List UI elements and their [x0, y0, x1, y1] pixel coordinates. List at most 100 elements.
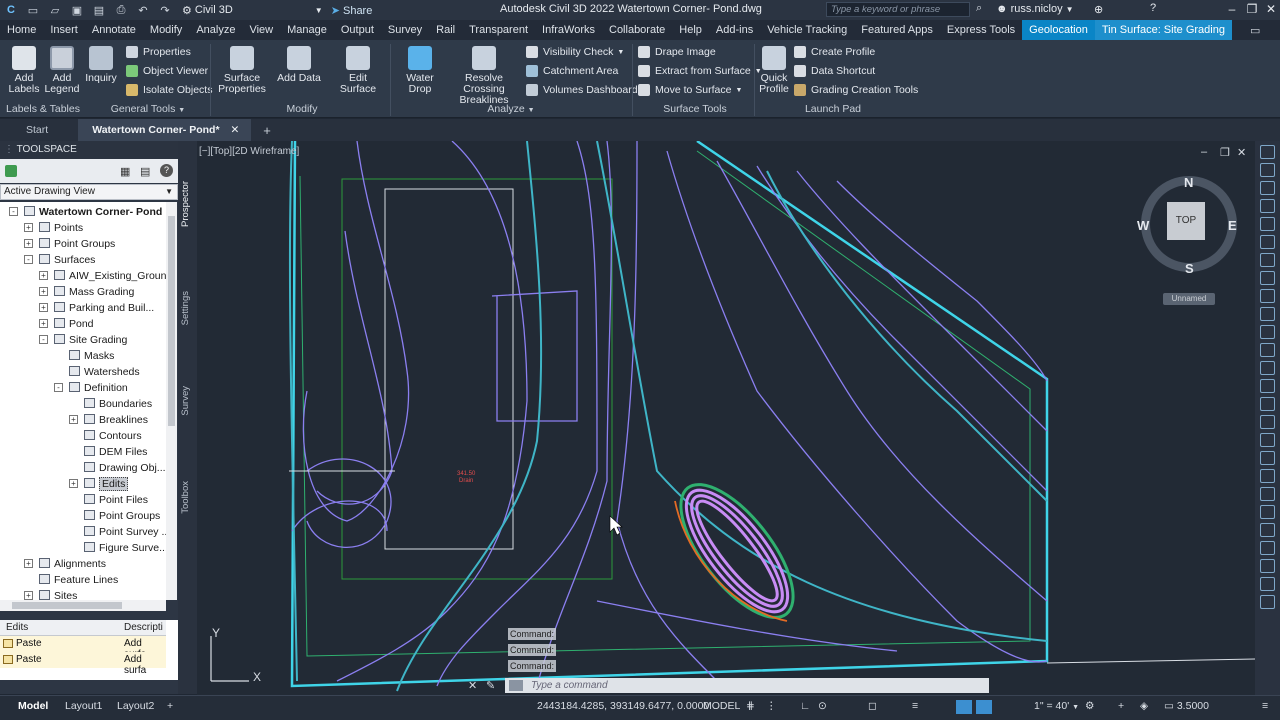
expand-toggle-icon[interactable]: + — [39, 287, 48, 296]
tree-item[interactable]: + Point Groups — [0, 236, 115, 252]
data-shortcut-button[interactable]: Data Shortcut — [794, 65, 875, 77]
tab-survey[interactable]: Survey — [381, 20, 429, 40]
minimize-button[interactable]: – — [1222, 2, 1242, 18]
new-file-icon[interactable]: ▭ — [26, 3, 40, 17]
tab-transparent[interactable]: Transparent — [462, 20, 535, 40]
ucs-menu[interactable]: Unnamed — [1163, 293, 1215, 305]
move-icon[interactable] — [1260, 505, 1275, 519]
isolate-objects-button[interactable]: Isolate Objects — [126, 84, 212, 96]
side-tab-toolbox[interactable]: Toolbox — [180, 481, 191, 514]
tab-annotate[interactable]: Annotate — [85, 20, 143, 40]
scroll-thumb[interactable] — [12, 602, 122, 609]
ortho-icon[interactable]: ∟ — [800, 700, 810, 712]
compass-s[interactable]: S — [1185, 261, 1194, 276]
command-close-icon[interactable]: ✕ — [468, 679, 477, 692]
tree-item[interactable]: Point Files — [0, 492, 148, 508]
share-button[interactable]: ➤ Share — [331, 4, 373, 17]
create-profile-button[interactable]: Create Profile — [794, 46, 875, 58]
compass-w[interactable]: W — [1137, 218, 1149, 233]
viewport-restore-button[interactable]: ❐ — [1220, 146, 1230, 159]
tree-item[interactable]: + Alignments — [0, 556, 106, 572]
tree-hscrollbar[interactable] — [0, 600, 166, 611]
tab-geolocation[interactable]: Geolocation — [1022, 20, 1095, 40]
list-view-icon[interactable]: ▤ — [140, 165, 150, 178]
tab-view[interactable]: View — [242, 20, 280, 40]
layer-icon[interactable] — [1260, 235, 1275, 249]
tab-output[interactable]: Output — [334, 20, 381, 40]
water-drop-button[interactable]: Water Drop — [394, 46, 446, 95]
app-logo-icon[interactable]: C — [4, 3, 18, 17]
add-layout-icon[interactable]: + — [167, 700, 173, 712]
panel-general-tools[interactable]: General Tools ▼ — [108, 103, 188, 115]
grading-creation-tools-button[interactable]: Grading Creation Tools — [794, 84, 918, 96]
tree-item[interactable]: Drawing Obj... — [0, 460, 166, 476]
trim-icon[interactable] — [1260, 415, 1275, 429]
tree-item[interactable]: - Definition — [0, 380, 128, 396]
grid-icon[interactable] — [1260, 307, 1275, 321]
panel-labels-tables[interactable]: Labels & Tables — [4, 103, 82, 115]
expand-toggle-icon[interactable]: + — [39, 319, 48, 328]
tree-item[interactable]: + Edits — [0, 476, 129, 492]
viewport-close-button[interactable]: ✕ — [1237, 146, 1246, 159]
extract-from-surface-button[interactable]: Extract from Surface ▼ — [638, 65, 762, 77]
copy-icon[interactable] — [1260, 487, 1275, 501]
help-icon[interactable]: ? — [1150, 2, 1156, 14]
snap-icon[interactable] — [1260, 289, 1275, 303]
tab-start[interactable]: Start — [0, 119, 78, 141]
viewport-minimize-button[interactable]: – — [1201, 146, 1207, 158]
tree-item[interactable]: + Pond — [0, 316, 94, 332]
tree-item[interactable]: Point Groups — [0, 508, 160, 524]
lineweight-icon[interactable]: ≡ — [912, 700, 918, 712]
expand-toggle-icon[interactable]: - — [54, 383, 63, 392]
tree-item[interactable]: Masks — [0, 348, 114, 364]
zoom-icon[interactable] — [1260, 163, 1275, 177]
tree-view-icon[interactable]: ▦ — [120, 165, 130, 178]
expand-toggle-icon[interactable]: + — [24, 559, 33, 568]
command-input[interactable]: Type a command — [505, 678, 989, 693]
tree-item[interactable]: - Site Grading — [0, 332, 127, 348]
print-icon[interactable]: ⎙ — [114, 3, 128, 17]
expand-toggle-icon[interactable]: + — [24, 223, 33, 232]
properties-button[interactable]: Properties — [126, 46, 191, 58]
close-icon[interactable]: ✕ — [230, 124, 239, 136]
new-tab-icon[interactable]: + — [263, 123, 271, 138]
prospector-icon[interactable] — [5, 165, 17, 177]
tab-layout2[interactable]: Layout2 — [117, 700, 154, 712]
search-input[interactable]: Type a keyword or phrase — [826, 2, 970, 17]
expand-toggle-icon[interactable]: + — [69, 415, 78, 424]
polar-icon[interactable]: ⊙ — [818, 700, 827, 712]
erase-icon[interactable] — [1260, 595, 1275, 609]
workspace-selector[interactable]: ⚙ Civil 3D ▼ — [182, 4, 323, 17]
viewcube[interactable]: TOP — [1141, 176, 1237, 272]
showmotion-icon[interactable] — [1260, 217, 1275, 231]
tab-collaborate[interactable]: Collaborate — [602, 20, 672, 40]
tree-item[interactable]: + Mass Grading — [0, 284, 134, 300]
fillet-icon[interactable] — [1260, 451, 1275, 465]
drawing-canvas[interactable]: Y X [−][Top][2D Wireframe] 341.50 Drain T… — [197, 141, 1255, 695]
offset-icon[interactable] — [1260, 397, 1275, 411]
tab-vehicle-tracking[interactable]: Vehicle Tracking — [760, 20, 854, 40]
tab-featured-apps[interactable]: Featured Apps — [854, 20, 940, 40]
snap-icon[interactable]: ⋮ — [766, 700, 777, 712]
edit-surface-button[interactable]: Edit Surface — [330, 46, 386, 95]
scale-icon[interactable] — [1260, 541, 1275, 555]
tab-drawing[interactable]: Watertown Corner- Pond* ✕ — [78, 119, 252, 141]
command-settings-icon[interactable]: ✎ — [486, 679, 495, 692]
compass-n[interactable]: N — [1184, 175, 1193, 190]
tab-manage[interactable]: Manage — [280, 20, 334, 40]
pan-icon[interactable] — [1260, 145, 1275, 159]
add-data-button[interactable]: Add Data — [276, 46, 322, 84]
tree-item[interactable]: + Sites — [0, 588, 77, 600]
tab-modify[interactable]: Modify — [143, 20, 189, 40]
drape-image-button[interactable]: Drape Image — [638, 46, 716, 58]
column-edits[interactable]: Edits — [6, 622, 28, 633]
surface-properties-button[interactable]: Surface Properties — [216, 46, 268, 95]
tab-layout1[interactable]: Layout1 — [65, 700, 102, 712]
column-description[interactable]: Descripti — [124, 622, 163, 633]
grid-icon[interactable]: ⋕ — [746, 700, 755, 712]
add-labels-button[interactable]: Add Labels — [6, 46, 42, 95]
extend-icon[interactable] — [1260, 433, 1275, 447]
panel-surface-tools[interactable]: Surface Tools — [660, 103, 730, 115]
tab-express-tools[interactable]: Express Tools — [940, 20, 1022, 40]
tree-item[interactable]: - Watertown Corner- Pond — [0, 204, 162, 220]
